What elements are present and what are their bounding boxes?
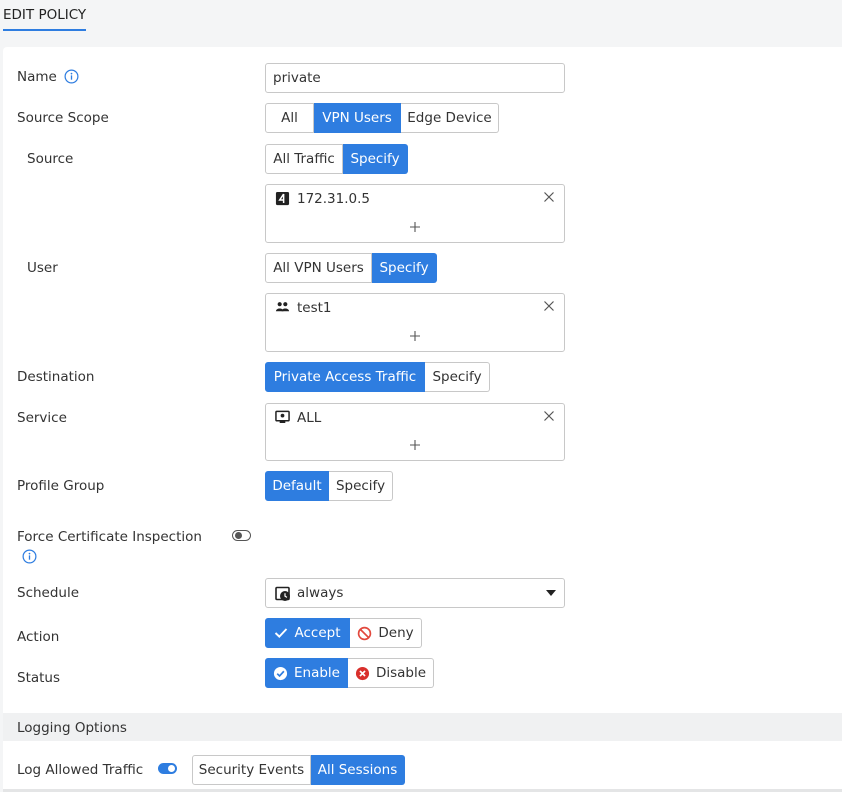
log-allowed-traffic-toggle[interactable]: [158, 763, 177, 774]
name-input[interactable]: [265, 63, 565, 93]
source-scope-label: Source Scope: [17, 110, 109, 126]
user-entries-box: test1: [265, 293, 565, 352]
destination-private-access-button[interactable]: Private Access Traffic: [265, 362, 425, 392]
user-label: User: [27, 260, 58, 276]
source-toggle-group: All Traffic Specify: [265, 144, 408, 174]
log-allowed-traffic-toggle-group: Security Events All Sessions: [192, 755, 405, 785]
checkmark-icon: [275, 628, 288, 638]
remove-source-entry-icon[interactable]: [543, 191, 555, 203]
source-entry-text: 172.31.0.5: [297, 191, 370, 207]
name-label: Name: [17, 69, 57, 85]
schedule-select[interactable]: always: [265, 578, 565, 608]
destination-specify-button[interactable]: Specify: [425, 362, 490, 392]
log-allowed-traffic-label: Log Allowed Traffic: [17, 762, 144, 778]
status-enable-button[interactable]: Enable: [265, 658, 348, 688]
schedule-label: Schedule: [17, 585, 80, 601]
service-entries-box: ALL: [265, 403, 565, 461]
source-scope-edge-device-button[interactable]: Edge Device: [401, 103, 499, 133]
remove-user-entry-icon[interactable]: [543, 300, 555, 312]
destination-label: Destination: [17, 369, 95, 385]
logging-options-title: Logging Options: [17, 720, 127, 736]
profile-group-label: Profile Group: [17, 478, 105, 494]
profile-group-specify-button[interactable]: Specify: [329, 471, 393, 501]
add-user-icon[interactable]: [409, 330, 421, 342]
action-label: Action: [17, 629, 60, 645]
service-entry-text: ALL: [297, 410, 322, 426]
check-circle-icon: [273, 666, 288, 680]
source-specify-button[interactable]: Specify: [343, 144, 408, 174]
user-group-icon: [275, 302, 290, 312]
force-cert-inspection-toggle[interactable]: [232, 530, 251, 541]
status-disable-button[interactable]: Disable: [348, 658, 434, 688]
schedule-value: always: [297, 585, 344, 601]
user-entry-text: test1: [297, 300, 332, 316]
source-scope-vpn-users-button[interactable]: VPN Users: [314, 103, 401, 133]
log-security-events-button[interactable]: Security Events: [192, 755, 311, 785]
status-enable-label: Enable: [294, 665, 340, 681]
action-deny-label: Deny: [378, 625, 414, 641]
add-service-icon[interactable]: [409, 439, 421, 451]
remove-service-entry-icon[interactable]: [543, 410, 555, 422]
user-specify-button[interactable]: Specify: [372, 253, 437, 283]
profile-group-default-button[interactable]: Default: [265, 471, 329, 501]
status-label: Status: [17, 670, 61, 686]
status-disable-label: Disable: [375, 665, 427, 681]
source-all-traffic-button[interactable]: All Traffic: [265, 144, 343, 174]
service-label: Service: [17, 410, 67, 426]
source-scope-all-button[interactable]: All: [265, 103, 314, 133]
chevron-down-icon: [546, 590, 556, 596]
deny-icon: [358, 626, 372, 640]
source-scope-toggle-group: All VPN Users Edge Device: [265, 103, 499, 133]
add-source-icon[interactable]: [409, 221, 421, 233]
page-title: EDIT POLICY: [3, 7, 87, 31]
destination-toggle-group: Private Access Traffic Specify: [265, 362, 490, 392]
user-toggle-group: All VPN Users Specify: [265, 253, 437, 283]
user-all-vpn-users-button[interactable]: All VPN Users: [265, 253, 372, 283]
action-accept-button[interactable]: Accept: [265, 618, 350, 648]
action-deny-button[interactable]: Deny: [350, 618, 422, 648]
force-cert-inspection-label: Force Certificate Inspection: [17, 529, 202, 545]
info-icon[interactable]: [22, 549, 37, 564]
profile-group-toggle-group: Default Specify: [265, 471, 393, 501]
ipv4-address-icon: [275, 191, 290, 206]
source-entries-box: 172.31.0.5: [265, 184, 565, 243]
action-accept-label: Accept: [294, 625, 341, 641]
x-circle-icon: [355, 666, 370, 680]
service-icon: [275, 410, 290, 424]
schedule-clock-icon: [275, 586, 290, 601]
source-label: Source: [27, 151, 74, 167]
info-icon[interactable]: [64, 69, 79, 84]
status-toggle-group: Enable Disable: [265, 658, 434, 688]
logging-options-header: Logging Options: [3, 713, 842, 741]
log-all-sessions-button[interactable]: All Sessions: [311, 755, 405, 785]
action-toggle-group: Accept Deny: [265, 618, 422, 648]
